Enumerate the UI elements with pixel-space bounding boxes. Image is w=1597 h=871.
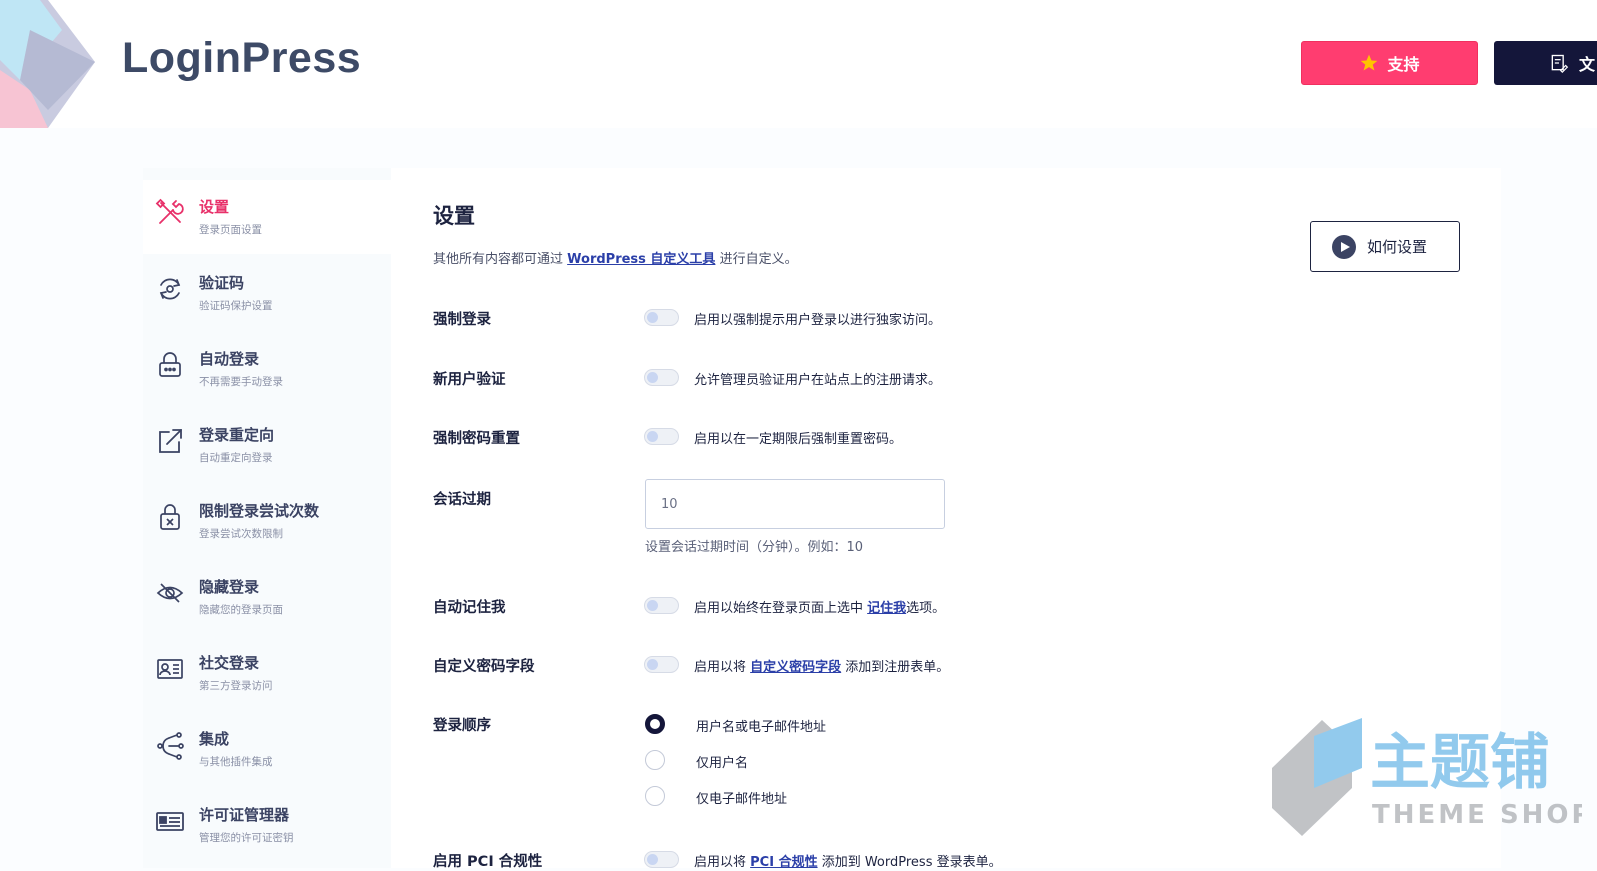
top-header: LoginPress 支持 文 [0,0,1597,128]
login-order-option-label: 仅电子邮件地址 [696,792,788,807]
tools-icon [155,198,184,224]
desc-text-end: 进行自定义。 [715,252,798,267]
login-order-radio-username-only[interactable] [645,750,665,770]
force-login-toggle[interactable] [644,309,679,326]
pci-compliance-toggle[interactable] [644,851,679,868]
sidebar-item-license-manager[interactable]: 许可证管理器 管理您的许可证密钥 [143,788,391,862]
new-user-verify-toggle[interactable] [644,369,679,386]
lock-icon [160,504,180,530]
license-icon [156,812,184,831]
sidebar-item-title: 集成 [199,730,230,748]
auto-login-icon [159,352,181,377]
sidebar-item-social-login[interactable]: 社交登录 第三方登录访问 [143,636,391,710]
integration-icon [157,732,184,760]
page-title: 设置 [433,204,475,228]
document-icon [1551,54,1569,73]
new-user-verify-label: 新用户验证 [433,372,506,388]
support-button[interactable]: 支持 [1301,41,1478,85]
page-description: 其他所有内容都可通过 WordPress 自定义工具 进行自定义。 [433,248,798,267]
desc-text: 其他所有内容都可通过 [433,252,568,267]
sidebar-item-hide-login[interactable]: 隐藏登录 隐藏您的登录页面 [143,560,391,634]
login-order-option-label: 仅用户名 [696,756,749,771]
login-order-radio-username-or-email[interactable] [645,714,665,734]
pci-text-end: 添加到 WordPress 登录表单。 [817,855,1002,870]
force-pw-reset-toggle[interactable] [644,428,679,445]
pci-text: 启用以将 [694,855,751,870]
brand-name: LoginPress [122,34,362,82]
auto-remember-text: 启用以始终在登录页面上选中 [694,601,868,616]
sidebar-item-subtitle: 隐藏您的登录页面 [199,604,283,616]
toggle-knob [647,372,658,383]
id-card-icon [157,659,183,679]
watermark-cn-text: 主题铺 [1370,728,1550,798]
sidebar-item-integrations[interactable]: 集成 与其他插件集成 [143,712,391,786]
sidebar-item-subtitle: 管理您的许可证密钥 [199,832,294,844]
how-to-setup-button[interactable]: 如何设置 [1310,221,1460,272]
sidebar-item-title: 许可证管理器 [199,806,290,824]
settings-sidebar: 设置 登录页面设置 验证码 验证码保护设置 自动登录 不再需要手动登录 登录重定… [143,168,391,868]
sidebar-item-title: 设置 [199,198,230,216]
toggle-knob [647,854,658,865]
support-label: 支持 [1387,55,1420,74]
sidebar-item-subtitle: 自动重定向登录 [199,452,273,464]
redirect-icon [159,429,182,453]
docs-label: 文 [1579,55,1596,74]
sidebar-item-title: 社交登录 [199,654,260,672]
loginpress-logo-mark [0,0,95,128]
force-pw-reset-label: 强制密码重置 [433,431,520,447]
custom-pw-field-link[interactable]: 自定义密码字段 [750,660,841,675]
session-expiry-label: 会话过期 [433,492,491,508]
auto-remember-text-end: 选项。 [906,601,946,616]
eye-slash-icon [156,583,184,603]
toggle-knob [647,659,658,670]
toggle-knob [647,600,658,611]
sidebar-item-limit-attempts[interactable]: 限制登录尝试次数 登录尝试次数限制 [143,484,391,558]
remember-me-link[interactable]: 记住我 [867,601,906,616]
login-order-option-label: 用户名或电子邮件地址 [696,720,827,735]
custom-pw-field-toggle[interactable] [644,656,679,673]
sidebar-item-title: 验证码 [199,274,245,292]
toggle-knob [647,431,658,442]
play-icon [1332,234,1356,259]
sidebar-item-title: 限制登录尝试次数 [199,502,320,520]
login-order-radio-email-only[interactable] [645,786,665,806]
sidebar-item-redirect[interactable]: 登录重定向 自动重定向登录 [143,408,391,482]
sidebar-item-captcha[interactable]: 验证码 验证码保护设置 [143,256,391,330]
custom-pw-field-label: 自定义密码字段 [433,659,535,675]
star-icon [1361,54,1378,71]
customizer-link[interactable]: WordPress 自定义工具 [567,252,715,267]
sidebar-item-title: 登录重定向 [199,426,275,444]
toggle-knob [647,312,658,323]
auto-remember-label: 自动记住我 [433,600,506,616]
pci-compliance-link[interactable]: PCI 合规性 [750,855,817,870]
sidebar-item-settings[interactable]: 设置 登录页面设置 [143,180,391,254]
sidebar-item-subtitle: 与其他插件集成 [199,756,273,768]
sidebar-item-title: 自动登录 [199,350,260,368]
new-user-verify-description: 允许管理员验证用户在站点上的注册请求。 [694,373,942,388]
custom-pw-text: 启用以将 [694,660,751,675]
sidebar-item-subtitle: 不再需要手动登录 [199,376,283,388]
sidebar-item-subtitle: 登录尝试次数限制 [199,528,283,540]
auto-remember-description: 启用以始终在登录页面上选中 记住我选项。 [694,597,945,616]
watermark-en-text: THEME SHOP [1372,800,1582,830]
force-login-description: 启用以强制提示用户登录以进行独家访问。 [694,313,942,328]
sidebar-item-subtitle: 第三方登录访问 [199,680,273,692]
sidebar-item-subtitle: 登录页面设置 [199,224,262,236]
sidebar-item-auto-login[interactable]: 自动登录 不再需要手动登录 [143,332,391,406]
theme-shop-watermark: 主题铺 THEME SHOP [1272,718,1582,836]
login-order-label: 登录顺序 [433,718,491,734]
force-pw-reset-description: 启用以在一定期限后强制重置密码。 [694,432,903,447]
session-expiry-hint: 设置会话过期时间（分钟）。例如：10 [645,540,864,555]
captcha-icon [159,278,181,300]
custom-pw-text-end: 添加到注册表单。 [841,660,950,675]
sidebar-item-subtitle: 验证码保护设置 [199,300,273,312]
session-expiry-input[interactable] [645,479,945,529]
sidebar-item-title: 隐藏登录 [199,578,260,596]
how-to-setup-label: 如何设置 [1367,238,1428,256]
auto-remember-toggle[interactable] [644,597,679,614]
docs-button[interactable]: 文 [1494,41,1597,85]
force-login-label: 强制登录 [433,312,491,328]
custom-pw-field-description: 启用以将 自定义密码字段 添加到注册表单。 [694,656,949,675]
